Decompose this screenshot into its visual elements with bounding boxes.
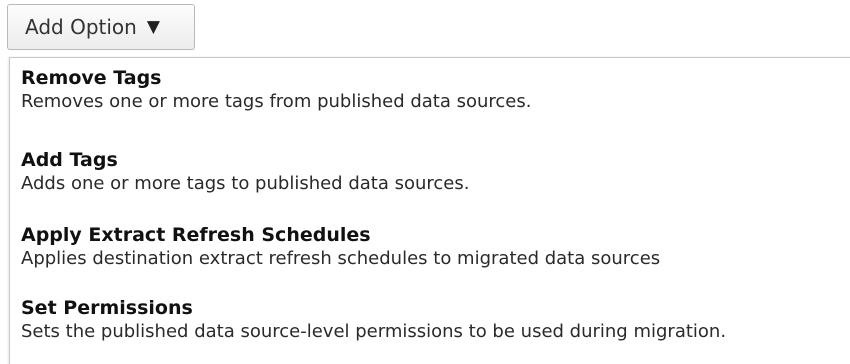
menu-item-description: Sets the published data source-level per…	[21, 321, 727, 342]
menu-item-title: Add Tags	[21, 149, 118, 171]
chevron-down-icon: ▼	[146, 16, 160, 37]
menu-item-set-permissions[interactable]: Set Permissions Sets the published data …	[21, 296, 726, 344]
menu-item-add-tags[interactable]: Add Tags Adds one or more tags to publis…	[21, 148, 469, 196]
menu-item-description: Applies destination extract refresh sche…	[21, 248, 661, 269]
menu-item-description: Removes one or more tags from published …	[21, 91, 532, 112]
add-option-button-label: Add Option	[25, 15, 137, 39]
menu-item-title: Apply Extract Refresh Schedules	[21, 224, 371, 246]
menu-item-title: Set Permissions	[21, 297, 193, 319]
add-option-widget: Add Option ▼ Remove Tags Removes one or …	[0, 0, 850, 364]
menu-item-title: Remove Tags	[21, 67, 162, 89]
add-option-button[interactable]: Add Option ▼	[7, 4, 195, 50]
add-option-dropdown: Remove Tags Removes one or more tags fro…	[9, 57, 850, 364]
menu-item-apply-extract-refresh-schedules[interactable]: Apply Extract Refresh Schedules Applies …	[21, 223, 660, 271]
menu-item-description: Adds one or more tags to published data …	[21, 173, 470, 194]
menu-item-remove-tags[interactable]: Remove Tags Removes one or more tags fro…	[21, 66, 531, 114]
